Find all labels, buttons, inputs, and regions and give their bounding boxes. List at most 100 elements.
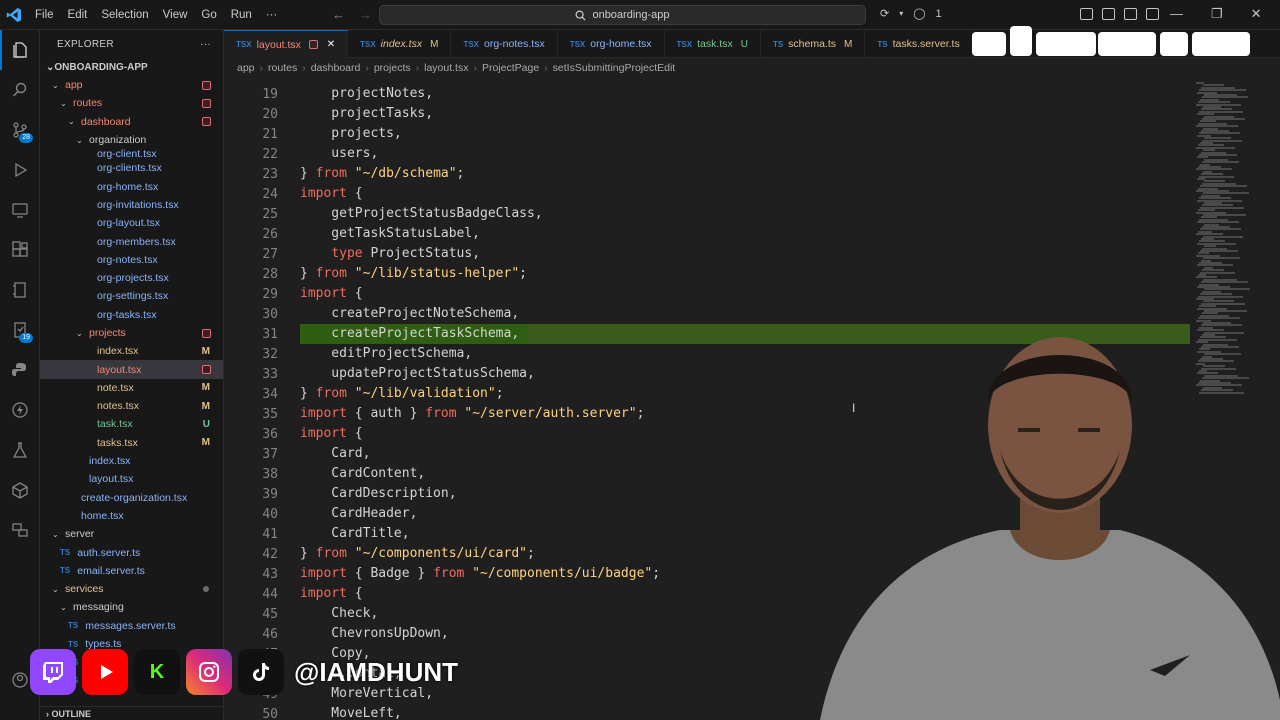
code-line[interactable]: 24 import { xyxy=(224,184,1190,204)
tree-file[interactable]: org-tasks.tsx xyxy=(40,306,223,324)
tree-folder[interactable]: ⌄ services xyxy=(40,580,223,598)
restore-icon[interactable]: ❐ xyxy=(1211,6,1223,22)
back-arrow-icon[interactable]: ← xyxy=(332,7,345,22)
tree-file[interactable]: index.tsx M xyxy=(40,342,223,360)
tree-file[interactable]: create-organization.tsx xyxy=(40,489,223,507)
tab-task-tsx[interactable]: TSX task.tsx U xyxy=(665,30,761,58)
breadcrumb-item[interactable]: routes xyxy=(268,62,297,74)
remote-explorer-icon[interactable] xyxy=(0,190,40,230)
tree-file[interactable]: org-home.tsx xyxy=(40,177,223,195)
code-line[interactable]: 22 users, xyxy=(224,144,1190,164)
menu-item[interactable]: File xyxy=(28,0,61,30)
tree-file[interactable]: org-layout.tsx xyxy=(40,214,223,232)
tab-org-notes-tsx[interactable]: TSX org-notes.tsx xyxy=(451,30,558,58)
tree-folder[interactable]: ⌄ organization xyxy=(40,131,223,149)
breadcrumb-item[interactable]: dashboard xyxy=(311,62,361,74)
copilot-icon[interactable]: ⟳ xyxy=(880,7,889,20)
line-number: 33 xyxy=(262,366,278,382)
tree-file[interactable]: org-invitations.tsx xyxy=(40,196,223,214)
testing-icon[interactable]: 19 xyxy=(0,310,40,350)
code-line[interactable]: 21 projects, xyxy=(224,124,1190,144)
tree-file[interactable]: layout.tsx xyxy=(40,470,223,488)
tree-item-label: org-client.tsx xyxy=(97,149,157,160)
sync-icon[interactable]: ◯ xyxy=(913,7,925,20)
lightning-icon[interactable] xyxy=(0,390,40,430)
breadcrumb-item[interactable]: ProjectPage xyxy=(482,62,539,74)
tab-tasks-server-ts[interactable]: TS tasks.server.ts xyxy=(865,30,973,58)
code-line[interactable]: 27 type ProjectStatus, xyxy=(224,244,1190,264)
line-number: 25 xyxy=(262,206,278,222)
code-line[interactable]: 29 import { xyxy=(224,284,1190,304)
line-number: 46 xyxy=(262,626,278,642)
tab-layout-tsx[interactable]: TSX layout.tsx ✕ xyxy=(224,30,349,58)
tree-file[interactable]: home.tsx xyxy=(40,507,223,525)
tree-folder[interactable]: ⌄ projects xyxy=(40,324,223,342)
extensions-icon[interactable] xyxy=(0,230,40,270)
toggle-secondary-sidebar-icon[interactable] xyxy=(1146,8,1159,20)
tree-file[interactable]: org-settings.tsx xyxy=(40,287,223,305)
tree-file[interactable]: TS email.server.ts xyxy=(40,562,223,580)
tree-file[interactable]: org-projects.tsx xyxy=(40,269,223,287)
containers-icon[interactable] xyxy=(0,510,40,550)
python-icon[interactable] xyxy=(0,350,40,390)
project-root[interactable]: ⌄ ONBOARDING-APP xyxy=(40,58,223,76)
code-line[interactable]: 28} from "~/lib/status-helper"; xyxy=(224,264,1190,284)
code-line[interactable]: 19 projectNotes, xyxy=(224,84,1190,104)
tree-item-label: organization xyxy=(89,134,147,147)
breadcrumb-item[interactable]: layout.tsx xyxy=(424,62,468,74)
search-icon[interactable] xyxy=(0,70,40,110)
code-line[interactable]: 23} from "~/db/schema"; xyxy=(224,164,1190,184)
tree-file[interactable]: index.tsx xyxy=(40,452,223,470)
tree-file[interactable]: TS auth.server.ts xyxy=(40,543,223,561)
tree-folder[interactable]: ⌄ app xyxy=(40,76,223,94)
tab-schema-ts[interactable]: TS schema.ts M xyxy=(761,30,866,58)
redaction-block xyxy=(1192,32,1250,56)
package-icon[interactable] xyxy=(0,470,40,510)
outline-section[interactable]: › OUTLINE xyxy=(40,706,223,720)
menu-item[interactable]: View xyxy=(156,0,195,30)
minimize-icon[interactable]: — xyxy=(1170,6,1183,22)
close-window-icon[interactable]: ✕ xyxy=(1251,6,1262,22)
explorer-icon[interactable] xyxy=(0,30,40,70)
tree-folder[interactable]: ⌄ dashboard xyxy=(40,113,223,131)
menu-item[interactable]: Selection xyxy=(94,0,155,30)
tree-file[interactable]: org-clients.tsx xyxy=(40,159,223,177)
close-tab-icon[interactable]: ✕ xyxy=(308,39,335,50)
menu-item[interactable]: Edit xyxy=(61,0,95,30)
run-debug-icon[interactable] xyxy=(0,150,40,190)
code-line[interactable]: 26 getTaskStatusLabel, xyxy=(224,224,1190,244)
breadcrumb-item[interactable]: setIsSubmittingProjectEdit xyxy=(553,62,676,74)
tree-folder[interactable]: ⌄ routes xyxy=(40,94,223,112)
notebook-icon[interactable] xyxy=(0,270,40,310)
code-line[interactable]: 25 getProjectStatusBadgeClass, xyxy=(224,204,1190,224)
customize-layout-icon[interactable] xyxy=(1080,8,1093,20)
tree-folder[interactable]: ⌄ messaging xyxy=(40,598,223,616)
tab-org-home-tsx[interactable]: TSX org-home.tsx xyxy=(558,30,665,58)
menu-item[interactable]: ··· xyxy=(259,0,285,30)
tab-index-tsx[interactable]: TSX index.tsx M xyxy=(348,30,452,58)
tree-file[interactable]: TS messages.server.ts xyxy=(40,617,223,635)
command-center-search[interactable]: onboarding-app xyxy=(379,5,866,25)
tree-file[interactable]: org-notes.tsx xyxy=(40,251,223,269)
tree-file[interactable]: org-client.tsx xyxy=(40,149,223,159)
explorer-more-icon[interactable]: ··· xyxy=(200,39,211,50)
tree-file[interactable]: task.tsx U xyxy=(40,415,223,433)
code-text: Card, xyxy=(300,446,371,461)
forward-arrow-icon[interactable]: → xyxy=(359,7,372,22)
tree-file[interactable]: tasks.tsx M xyxy=(40,434,223,452)
code-line[interactable]: 20 projectTasks, xyxy=(224,104,1190,124)
toggle-sidebar-icon[interactable] xyxy=(1102,8,1115,20)
tree-folder[interactable]: ⌄ server xyxy=(40,525,223,543)
breadcrumb-item[interactable]: projects xyxy=(374,62,411,74)
toggle-panel-icon[interactable] xyxy=(1124,8,1137,20)
menu-item[interactable]: Run xyxy=(224,0,259,30)
chevron-down-icon[interactable]: ▾ xyxy=(899,9,903,18)
source-control-icon[interactable]: 28 xyxy=(0,110,40,150)
tree-file[interactable]: org-members.tsx xyxy=(40,232,223,250)
tree-file[interactable]: layout.tsx xyxy=(40,360,223,379)
flask-icon[interactable] xyxy=(0,430,40,470)
menu-item[interactable]: Go xyxy=(194,0,223,30)
breadcrumb-item[interactable]: app xyxy=(237,62,255,74)
tree-file[interactable]: notes.tsx M xyxy=(40,397,223,415)
tree-file[interactable]: note.tsx M xyxy=(40,379,223,397)
